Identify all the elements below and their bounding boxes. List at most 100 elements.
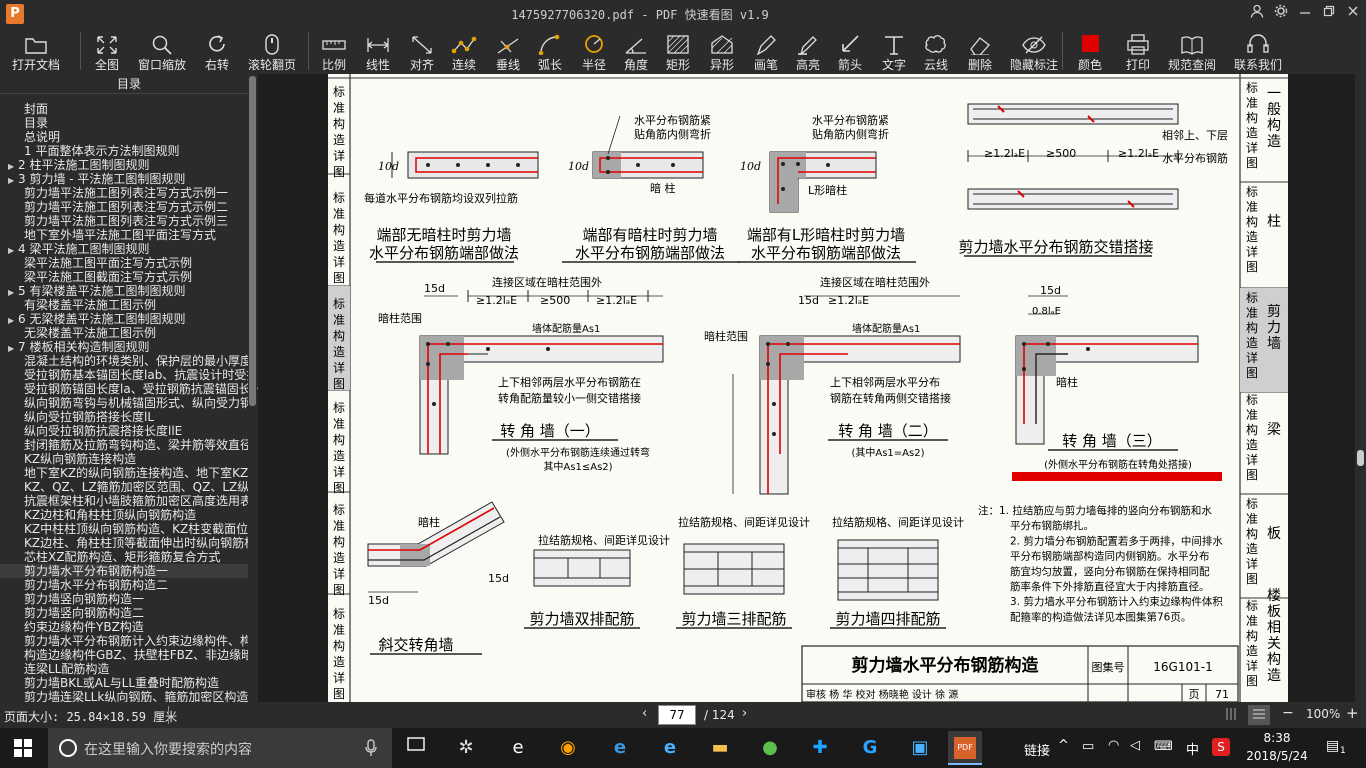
toc-list[interactable]: 封面 目录 总说明 1 平面整体表示方法制图规则 ▶ 2 柱平法施工图制图规则 ▶ 3 剪力墙… (0, 102, 248, 702)
settings-icon[interactable] (1270, 4, 1292, 24)
toc-item[interactable]: 抗震框架柱和小墙肢箍筋加密区高度选用表 (0, 494, 248, 508)
taskbar-search[interactable]: 在这里输入你要搜索的内容 (48, 728, 392, 768)
toc-item[interactable]: 芯柱XZ配筋构造、矩形箍筋复合方式 (0, 550, 248, 564)
toc-item[interactable]: ▶ 2 柱平法施工图制图规则 (0, 158, 248, 172)
rectangle-button[interactable]: 矩形 (660, 28, 696, 74)
toc-item[interactable]: 受拉钢筋锚固长度la、受拉钢筋抗震锚固长 (0, 382, 248, 396)
toc-item[interactable]: 剪力墙连梁LLk纵向钢筋、箍筋加密区构造 (0, 690, 248, 702)
edge-icon[interactable]: e (604, 734, 636, 762)
right-tab-name-char[interactable]: 造 (1267, 668, 1281, 684)
arc-length-button[interactable]: 弧长 (532, 28, 568, 74)
link-label[interactable]: 链接 (1024, 740, 1050, 759)
minimize-button[interactable] (1294, 4, 1316, 24)
windows-start-icon[interactable] (14, 739, 32, 761)
task-view-icon[interactable] (400, 734, 432, 762)
toc-item[interactable]: 纵向受拉钢筋搭接长度lL (0, 410, 248, 424)
toc-item[interactable]: KZ纵向钢筋连接构造 (0, 452, 248, 466)
expand-arrow-icon[interactable]: ▶ (8, 174, 18, 186)
toc-item[interactable]: 连梁LL配筋构造 (0, 662, 248, 676)
toc-item[interactable]: ▶ 3 剪力墙 - 平法施工图制图规则 (0, 172, 248, 186)
toc-item[interactable]: 纵向钢筋弯钩与机械锚固形式、纵向受力钢 (0, 396, 248, 410)
right-tab-name-char[interactable]: 板 (1267, 604, 1281, 620)
toc-item[interactable]: 1 平面整体表示方法制图规则 (0, 144, 248, 158)
toc-item[interactable]: 剪力墙平法施工图列表注写方式示例一 (0, 186, 248, 200)
pdf-app-icon[interactable]: PDF (948, 731, 982, 765)
right-tab-name-char[interactable]: 墙 (1267, 336, 1281, 352)
cloud-line-button[interactable]: 云线 (918, 28, 954, 74)
action-center-icon[interactable]: ▤ (1326, 738, 1339, 754)
expand-arrow-icon[interactable]: ▶ (8, 314, 18, 326)
linear-button[interactable]: 线性 (360, 28, 396, 74)
fan-app-icon[interactable]: ✲ (450, 734, 482, 762)
zoom-in-icon[interactable]: + (1346, 704, 1359, 722)
delete-button[interactable]: 删除 (962, 28, 998, 74)
right-tab-name-char[interactable]: 关 (1267, 636, 1281, 652)
right-tab-name-char[interactable]: 相 (1267, 620, 1281, 636)
g-app-icon[interactable]: G (854, 734, 886, 762)
pen-button[interactable]: 画笔 (748, 28, 784, 74)
hide-marks-button[interactable]: 隐藏标注 (1006, 28, 1062, 74)
right-tab-name-char[interactable]: 构 (1267, 652, 1281, 668)
toc-item[interactable]: 约束边缘构件YBZ构造 (0, 620, 248, 634)
sidebar-scroll-thumb[interactable] (249, 76, 256, 406)
spec-query-button[interactable]: 规范查阅 (1164, 28, 1220, 74)
fit-page-button[interactable]: 全图 (88, 28, 126, 74)
open-file-button[interactable]: 打开文档 (8, 28, 64, 74)
continuous-button[interactable]: 连续 (446, 28, 482, 74)
expand-arrow-icon[interactable]: ▶ (8, 244, 18, 256)
toc-item[interactable]: 混凝土结构的环境类别、保护层的最小厚度 (0, 354, 248, 368)
toc-item[interactable]: 剪力墙平法施工图列表注写方式示例二 (0, 200, 248, 214)
toc-item[interactable]: 封面 (0, 102, 248, 116)
viewer-scroll-thumb[interactable] (1357, 450, 1364, 466)
ie-blue-icon[interactable]: e (654, 734, 686, 762)
ime-indicator[interactable]: 中 (1186, 739, 1199, 758)
toc-item[interactable]: ▶ 5 有梁楼盖平法施工图制图规则 (0, 284, 248, 298)
highlight-button[interactable]: 高亮 (790, 28, 826, 74)
wifi-icon[interactable]: ◠ (1108, 738, 1119, 753)
next-page-icon[interactable]: › (742, 706, 747, 721)
toc-item[interactable]: 剪力墙BKL或AL与LL重叠时配筋构造 (0, 676, 248, 690)
toc-item[interactable]: KZ边柱和角柱柱顶纵向钢筋构造 (0, 508, 248, 522)
right-tab-name-char[interactable]: 构 (1267, 118, 1281, 134)
notification-app-icon[interactable]: ◉ (552, 734, 584, 762)
clock-time[interactable]: 8:38 (1250, 731, 1304, 745)
toc-item[interactable]: 无梁楼盖平法施工图示例 (0, 326, 248, 340)
color-button[interactable]: 颜色 (1072, 28, 1108, 74)
toc-item[interactable]: 剪力墙竖向钢筋构造二 (0, 606, 248, 620)
sogou-icon[interactable]: S (1212, 738, 1230, 756)
continuous-view-icon[interactable] (1248, 705, 1270, 725)
rotate-right-button[interactable]: 右转 (198, 28, 236, 74)
right-tab-name-char[interactable]: 剪 (1267, 304, 1281, 320)
toc-item[interactable]: 梁平法施工图截面注写方式示例 (0, 270, 248, 284)
toc-item[interactable]: 地下室外墙平法施工图平面注写方式 (0, 228, 248, 242)
expand-arrow-icon[interactable]: ▶ (8, 286, 18, 298)
file-explorer-icon[interactable]: ▬ (704, 734, 736, 762)
toc-item[interactable]: KZ边柱、角柱柱顶等截面伸出时纵向钢筋构 (0, 536, 248, 550)
toc-item[interactable]: ▶ 6 无梁楼盖平法施工图制图规则 (0, 312, 248, 326)
right-tab-name-char[interactable]: 板 (1267, 526, 1281, 542)
battery-icon[interactable]: ▭ (1082, 739, 1094, 754)
toc-item[interactable]: 有梁楼盖平法施工图示例 (0, 298, 248, 312)
toc-item[interactable]: 剪力墙平法施工图列表注写方式示例三 (0, 214, 248, 228)
volume-icon[interactable]: ◁ (1130, 738, 1140, 753)
aligned-button[interactable]: 对齐 (404, 28, 440, 74)
window-zoom-button[interactable]: 窗口缩放 (134, 28, 190, 74)
print-button[interactable]: 打印 (1120, 28, 1156, 74)
ie-icon[interactable]: e (502, 734, 534, 762)
toc-item[interactable]: 纵向受拉钢筋抗震搭接长度llE (0, 424, 248, 438)
scale-button[interactable]: 比例 (316, 28, 352, 74)
user-icon[interactable] (1246, 4, 1268, 24)
arrow-button[interactable]: 箭头 (832, 28, 868, 74)
toc-item[interactable]: 剪力墙竖向钢筋构造一 (0, 592, 248, 606)
toc-item[interactable]: 剪力墙水平分布钢筋构造二 (0, 578, 248, 592)
toc-item[interactable]: 封闭箍筋及拉筋弯钩构造、梁并筋等效直径 (0, 438, 248, 452)
viewer-scrollbar[interactable] (1355, 74, 1366, 702)
perpendicular-button[interactable]: 垂线 (490, 28, 526, 74)
text-button[interactable]: 文字 (876, 28, 912, 74)
zoom-out-icon[interactable]: − (1282, 705, 1294, 721)
right-tab-name-char[interactable]: 楼 (1267, 588, 1281, 604)
right-tab-name-char[interactable]: 梁 (1267, 422, 1281, 438)
right-tab-name-char[interactable]: 造 (1267, 134, 1281, 150)
screenshot-app-icon[interactable]: ▣ (904, 734, 936, 762)
toc-item[interactable]: 受拉钢筋基本锚固长度lab、抗震设计时受拉 (0, 368, 248, 382)
